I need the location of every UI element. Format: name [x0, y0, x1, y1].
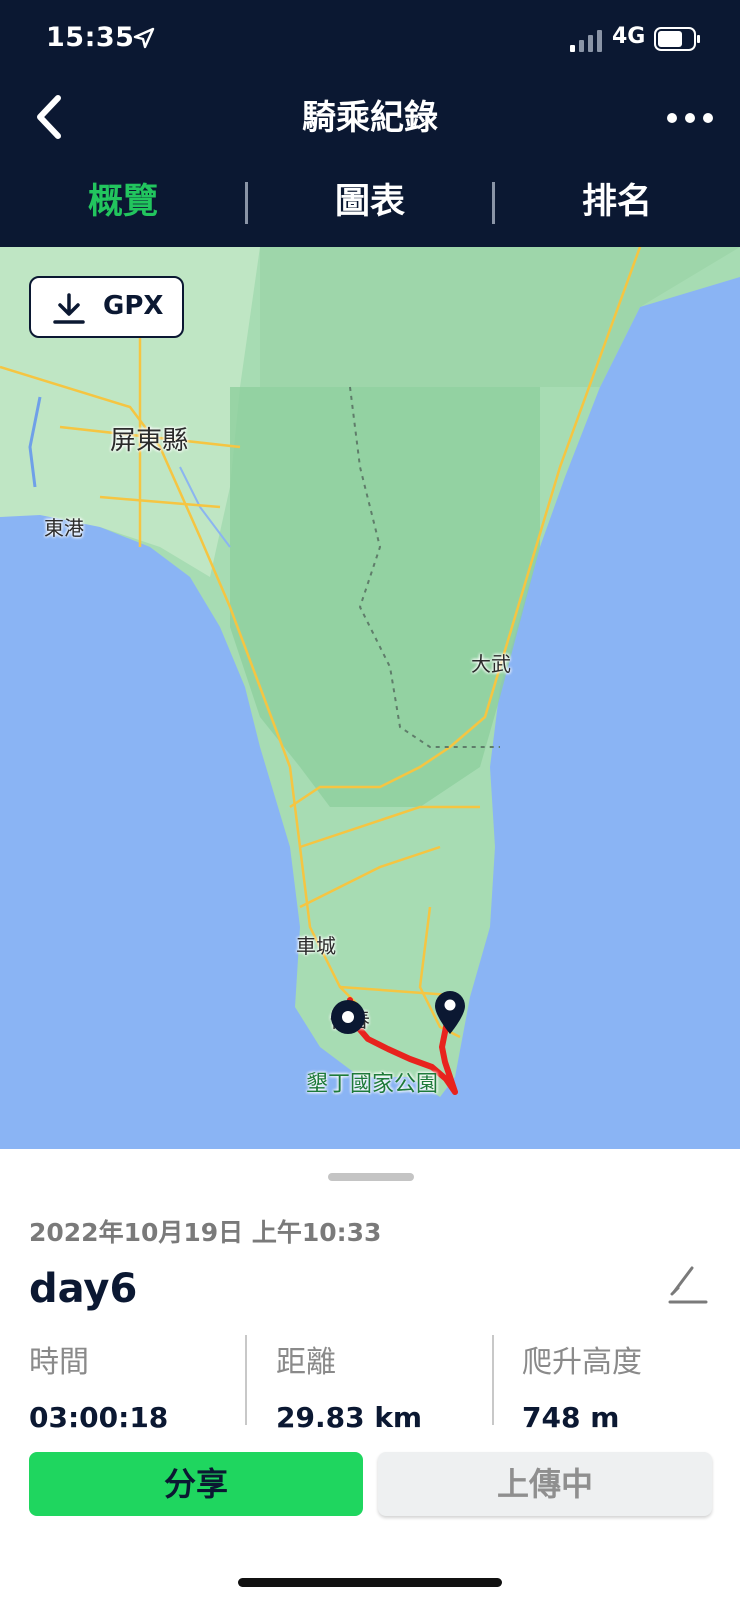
route-map[interactable]	[0, 247, 740, 1149]
share-button[interactable]: 分享	[29, 1452, 363, 1516]
stat-value: 748 m	[522, 1401, 620, 1434]
tab-overview[interactable]: 概覽	[0, 172, 246, 232]
more-options-icon[interactable]	[666, 105, 714, 131]
edit-pencil-icon[interactable]	[668, 1262, 708, 1306]
stat-label: 時間	[29, 1345, 89, 1380]
download-icon	[53, 293, 85, 324]
sheet-drag-handle[interactable]	[328, 1173, 414, 1181]
stat-value: 03:00:18	[29, 1401, 169, 1434]
status-time: 15:35	[46, 22, 135, 53]
ride-name: day6	[29, 1266, 138, 1312]
battery-icon	[654, 27, 700, 51]
stat-divider	[492, 1335, 494, 1425]
map-label-kenting: 墾丁國家公園	[306, 1072, 439, 1097]
map-label-donggang: 東港	[44, 516, 84, 540]
tab-bar: 概覽 圖表 排名	[0, 172, 740, 232]
map-label-pingtung: 屏東縣	[110, 426, 189, 456]
gpx-download-button[interactable]: GPX	[29, 276, 184, 338]
stat-distance: 距離 29.83 km	[276, 1337, 506, 1434]
stat-label: 距離	[276, 1345, 336, 1380]
stat-elevation: 爬升高度 748 m	[522, 1337, 740, 1434]
map-canvas	[0, 247, 740, 1149]
map-label-dawu: 大武	[471, 652, 511, 676]
location-arrow-icon	[133, 27, 155, 49]
stat-label: 爬升高度	[522, 1345, 642, 1380]
stat-time: 時間 03:00:18	[29, 1337, 259, 1434]
signal-icon	[570, 30, 602, 52]
app-header: 15:35 4G 騎乘紀錄 概覽 圖表 排名	[0, 0, 740, 247]
map-label-checheng: 車城	[296, 934, 336, 958]
gpx-label: GPX	[103, 291, 164, 321]
stat-value: 29.83 km	[276, 1401, 423, 1434]
ride-date: 2022年10月19日 上午10:33	[29, 1218, 382, 1247]
stat-divider	[245, 1335, 247, 1425]
upload-status-button[interactable]: 上傳中	[378, 1452, 712, 1516]
start-marker-icon[interactable]	[330, 999, 366, 1047]
network-type: 4G	[612, 24, 646, 49]
end-marker-icon[interactable]	[432, 988, 468, 1036]
tab-charts[interactable]: 圖表	[247, 172, 493, 232]
tab-ranking[interactable]: 排名	[494, 172, 740, 232]
home-indicator[interactable]	[238, 1578, 502, 1587]
page-title: 騎乘紀錄	[302, 98, 438, 138]
